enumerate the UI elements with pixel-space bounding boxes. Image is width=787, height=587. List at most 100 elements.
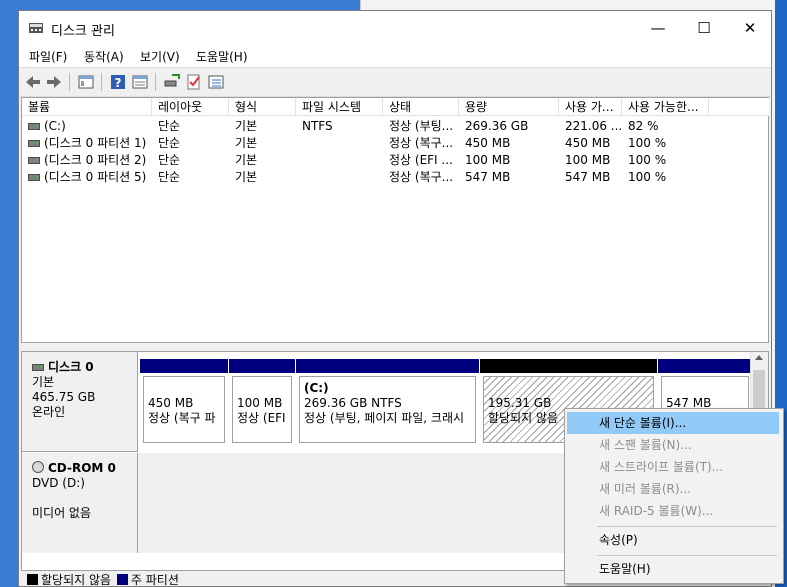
cdrom-0-status: 미디어 없음 bbox=[32, 506, 92, 520]
unallocated-bar bbox=[480, 359, 657, 373]
disk-management-icon bbox=[29, 23, 43, 33]
toolbar: ? bbox=[19, 67, 771, 97]
primary-partition-bar bbox=[229, 359, 295, 373]
volume-cell: 547 MB bbox=[565, 170, 611, 184]
minimize-icon: — bbox=[650, 19, 666, 37]
partition-title bbox=[237, 381, 291, 396]
primary-partition-bar bbox=[658, 359, 752, 373]
volume-list: 볼륨 레이아웃 형식 파일 시스템 상태 용량 사용 가... 사용 가능한..… bbox=[21, 97, 769, 343]
volume-cell: 기본 bbox=[235, 119, 258, 133]
column-header-layout[interactable]: 레이아웃 bbox=[152, 98, 229, 116]
disk-connect-icon[interactable] bbox=[163, 73, 181, 91]
check-icon[interactable] bbox=[185, 73, 203, 91]
column-header-free-space[interactable]: 사용 가... bbox=[559, 98, 622, 116]
partition-status: 정상 (부팅, 페이지 파일, 크래시 bbox=[304, 411, 465, 425]
volume-row[interactable]: (디스크 0 파티션 5) 단순 기본 정상 (복구... 547 MB 547 MB 10… bbox=[22, 169, 768, 186]
volume-cell: 100 MB bbox=[465, 153, 511, 167]
context-menu: 새 단순 볼륨(I)... 새 스팬 볼륨(N)... 새 스트라이프 볼륨(T… bbox=[564, 408, 784, 584]
disk-0-label[interactable]: 디스크 0 기본 465.75 GB 온라인 bbox=[22, 352, 138, 452]
scroll-up-icon[interactable] bbox=[755, 355, 763, 360]
partition-recovery-1[interactable]: 450 MB 정상 (복구 파 bbox=[140, 359, 228, 446]
partition-body: (C:) 269.36 GB NTFS 정상 (부팅, 페이지 파일, 크래시 bbox=[299, 376, 476, 443]
menu-new-raid5-volume[interactable]: 새 RAID-5 볼륨(W)... bbox=[567, 500, 779, 522]
volume-cell: 정상 (복구... bbox=[389, 136, 454, 150]
column-header-percent-free[interactable]: 사용 가능한... bbox=[622, 98, 709, 116]
column-header-capacity[interactable]: 용량 bbox=[459, 98, 559, 116]
menu-separator bbox=[597, 526, 777, 527]
column-header-filesystem[interactable]: 파일 시스템 bbox=[296, 98, 383, 116]
menu-help[interactable]: 도움말(H) bbox=[196, 48, 248, 65]
volume-cell: 정상 (EFI ... bbox=[389, 153, 453, 167]
cdrom-icon bbox=[32, 461, 44, 473]
volume-cell: 단순 bbox=[158, 170, 181, 184]
volume-row[interactable]: (C:) 단순 기본 NTFS 정상 (부팅... 269.36 GB 221.06 ...… bbox=[22, 118, 768, 135]
volume-icon bbox=[28, 157, 40, 164]
volume-row[interactable]: (디스크 0 파티션 2) 단순 기본 정상 (EFI ... 100 MB 100 MB… bbox=[22, 152, 768, 169]
volume-cell: 기본 bbox=[235, 136, 258, 150]
volume-name-cell: (디스크 0 파티션 1) bbox=[28, 135, 156, 152]
help-icon[interactable]: ? bbox=[109, 73, 127, 91]
partition-efi[interactable]: 100 MB 정상 (EFI bbox=[229, 359, 295, 446]
menu-separator bbox=[597, 555, 777, 556]
partition-title bbox=[666, 381, 748, 396]
volume-name-cell: (C:) bbox=[28, 118, 156, 135]
window-title: 디스크 관리 bbox=[51, 24, 115, 39]
partition-body: 450 MB 정상 (복구 파 bbox=[143, 376, 225, 443]
volume-name-cell: (디스크 0 파티션 5) bbox=[28, 169, 156, 186]
volume-cell: 단순 bbox=[158, 153, 181, 167]
toolbar-separator bbox=[69, 73, 70, 91]
menu-new-simple-volume[interactable]: 새 단순 볼륨(I)... bbox=[567, 412, 779, 434]
menu-new-spanned-volume[interactable]: 새 스팬 볼륨(N)... bbox=[567, 434, 779, 456]
menu-view[interactable]: 보기(V) bbox=[140, 48, 180, 65]
cdrom-0-title: CD-ROM 0 bbox=[32, 461, 137, 476]
menu-help-item[interactable]: 도움말(H) bbox=[567, 558, 779, 580]
volume-cell: 단순 bbox=[158, 136, 181, 150]
volume-cell: 단순 bbox=[158, 119, 181, 133]
disk-icon bbox=[32, 364, 44, 371]
menu-file[interactable]: 파일(F) bbox=[29, 48, 67, 65]
partition-c-drive[interactable]: (C:) 269.36 GB NTFS 정상 (부팅, 페이지 파일, 크래시 bbox=[296, 359, 479, 446]
list-view-icon[interactable] bbox=[207, 73, 225, 91]
volume-row[interactable]: (디스크 0 파티션 1) 단순 기본 정상 (복구... 450 MB 450 MB 10… bbox=[22, 135, 768, 152]
unallocated-legend-swatch bbox=[27, 574, 38, 585]
menu-properties[interactable]: 속성(P) bbox=[567, 529, 779, 551]
volume-cell: 450 MB bbox=[565, 136, 611, 150]
partition-status: 정상 (복구 파 bbox=[148, 411, 216, 425]
partition-title bbox=[488, 381, 653, 396]
volume-icon bbox=[28, 174, 40, 181]
menu-new-mirrored-volume[interactable]: 새 미러 볼륨(R)... bbox=[567, 478, 779, 500]
volume-cell: 100 % bbox=[628, 153, 667, 167]
partition-title: (C:) bbox=[304, 381, 329, 395]
minimize-button[interactable]: — bbox=[635, 11, 681, 45]
volume-name: (C:) bbox=[44, 119, 66, 133]
volume-cell: 100 % bbox=[628, 136, 667, 150]
close-button[interactable]: ✕ bbox=[727, 11, 771, 45]
toolbar-separator bbox=[101, 73, 102, 91]
volume-icon bbox=[28, 140, 40, 147]
menu-new-striped-volume[interactable]: 새 스트라이프 볼륨(T)... bbox=[567, 456, 779, 478]
partition-status: 정상 (EFI bbox=[237, 411, 286, 425]
column-header-status[interactable]: 상태 bbox=[383, 98, 459, 116]
cdrom-0-type: DVD (D:) bbox=[32, 476, 85, 490]
disk-0-type: 기본 bbox=[32, 375, 55, 389]
disk-0-status: 온라인 bbox=[32, 405, 66, 419]
properties-icon[interactable] bbox=[131, 73, 149, 91]
volume-cell: NTFS bbox=[302, 119, 333, 133]
volume-cell: 269.36 GB bbox=[465, 119, 529, 133]
maximize-icon: ☐ bbox=[697, 19, 711, 37]
forward-icon[interactable] bbox=[45, 73, 63, 91]
volume-cell: 100 % bbox=[628, 170, 667, 184]
back-icon[interactable] bbox=[24, 73, 42, 91]
menu-bar: 파일(F) 동작(A) 보기(V) 도움말(H) bbox=[19, 45, 771, 67]
title-bar[interactable]: 디스크 관리 — ☐ ✕ bbox=[19, 11, 771, 45]
column-header-volume[interactable]: 볼륨 bbox=[22, 98, 152, 116]
partition-size: 100 MB bbox=[237, 396, 283, 410]
volume-cell: 100 MB bbox=[565, 153, 611, 167]
cdrom-0-label[interactable]: CD-ROM 0 DVD (D:) 미디어 없음 bbox=[22, 453, 138, 553]
volume-icon bbox=[28, 123, 40, 130]
maximize-button[interactable]: ☐ bbox=[681, 11, 727, 45]
column-header-type[interactable]: 형식 bbox=[229, 98, 296, 116]
console-tree-icon[interactable] bbox=[77, 73, 95, 91]
partition-size: 450 MB bbox=[148, 396, 194, 410]
menu-action[interactable]: 동작(A) bbox=[84, 48, 124, 65]
